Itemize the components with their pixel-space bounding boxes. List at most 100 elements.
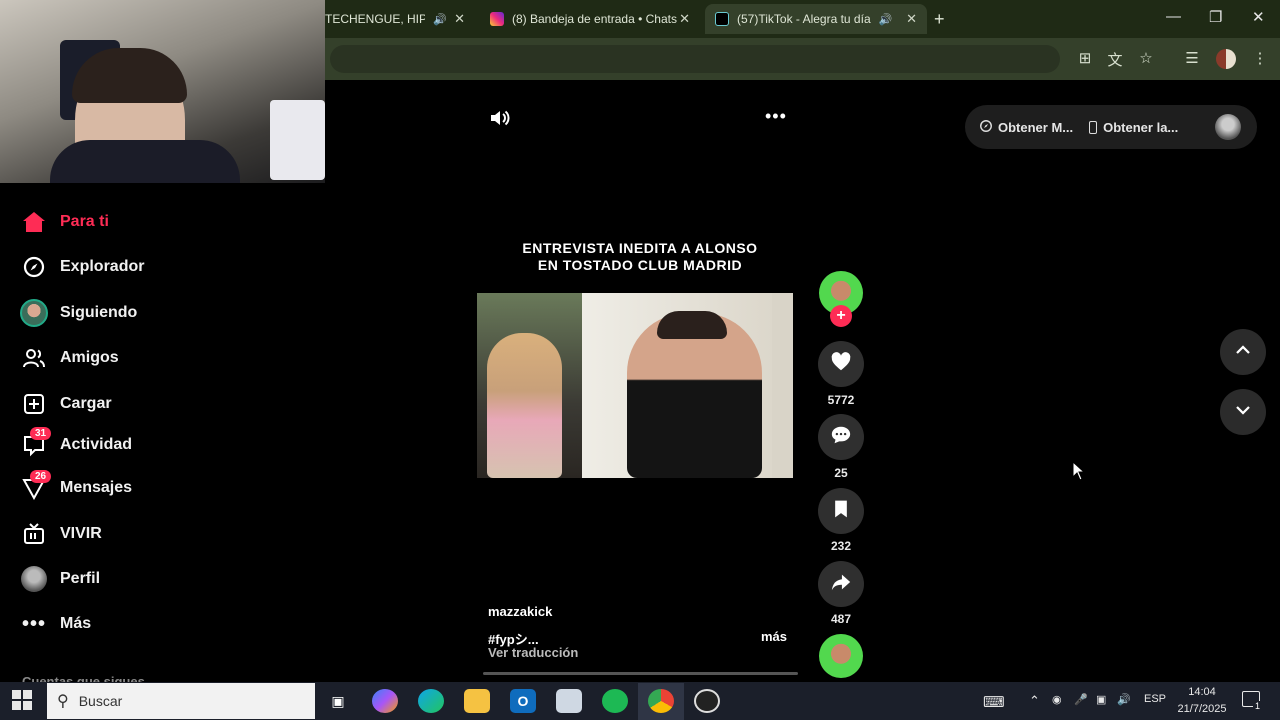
close-window-icon[interactable]: ✕ — [1252, 8, 1265, 26]
comment-icon — [830, 424, 852, 451]
comment-count: 25 — [834, 466, 848, 480]
clock-time[interactable]: 14:04 — [1176, 686, 1228, 698]
chevron-down-icon — [1234, 401, 1252, 424]
keyboard-icon[interactable]: ⌨ — [983, 693, 1005, 711]
sidebar-item-siguiendo[interactable]: Siguiendo — [20, 297, 137, 329]
tab-audio-icon[interactable]: 🔊 — [433, 13, 447, 26]
next-video-button[interactable] — [1220, 389, 1266, 435]
tab-close-icon[interactable]: ✕ — [679, 11, 690, 27]
video-author[interactable]: mazzakick — [488, 604, 552, 619]
instagram-icon — [490, 12, 504, 26]
sidebar-item-cargar[interactable]: Cargar — [20, 388, 112, 420]
caption-more-link[interactable]: más — [761, 629, 787, 644]
get-app-pill: Obtener M... Obtener la... — [965, 105, 1257, 149]
app-icon[interactable] — [556, 689, 582, 713]
new-tab-button[interactable]: + — [934, 9, 945, 30]
restore-icon[interactable]: ❐ — [1209, 8, 1222, 26]
tab-close-icon[interactable]: ✕ — [454, 11, 465, 27]
webcam-person-shirt — [50, 140, 240, 183]
sidebar-item-label: Amigos — [60, 349, 119, 366]
translate-link[interactable]: Ver traducción — [488, 645, 578, 660]
share-button[interactable] — [818, 561, 864, 607]
video-title-line2: EN TOSTADO CLUB MADRID — [537, 257, 743, 273]
friends-icon — [20, 344, 48, 372]
taskbar-search-input[interactable]: ⚲ Buscar — [47, 683, 315, 719]
address-bar[interactable] — [330, 45, 1060, 73]
live-icon — [20, 520, 48, 548]
sound-disc-avatar[interactable] — [819, 634, 863, 678]
heart-icon — [830, 351, 852, 378]
windows-start-icon[interactable] — [12, 690, 32, 715]
share-icon — [830, 571, 852, 598]
minimize-icon[interactable]: — — [1166, 8, 1181, 25]
get-desktop-label: Obtener la... — [1103, 119, 1179, 135]
tab-hiphop[interactable]: TECHENGUE, HIP HO 🔊 ✕ — [325, 4, 475, 34]
get-desktop-button[interactable]: Obtener la... — [1089, 120, 1178, 135]
video-more-options-icon[interactable]: ••• — [765, 106, 787, 127]
share-count: 487 — [830, 612, 852, 626]
tab-close-icon[interactable]: ✕ — [906, 11, 917, 27]
sidebar-item-mas[interactable]: ••• Más — [20, 608, 91, 640]
network-icon[interactable]: ▣ — [1096, 693, 1106, 706]
bookmark-icon — [831, 499, 851, 524]
get-app-label: Obtener M... — [998, 119, 1074, 135]
sidebar-item-label: Perfil — [60, 570, 101, 587]
obs-icon[interactable] — [694, 689, 720, 713]
spotify-icon[interactable] — [602, 689, 628, 713]
edge-icon[interactable] — [418, 689, 444, 713]
task-view-icon[interactable]: ▣ — [325, 689, 351, 713]
microphone-icon[interactable]: 🎤 — [1074, 693, 1088, 706]
sidebar-item-label: VIVIR — [60, 525, 102, 542]
activity-badge: 31 — [30, 427, 52, 440]
sidebar-item-label: Actividad — [60, 436, 133, 453]
follow-plus-icon[interactable]: + — [830, 305, 852, 327]
outlook-icon[interactable]: O — [510, 689, 536, 713]
sidebar-item-explorador[interactable]: Explorador — [20, 251, 144, 283]
previous-video-button[interactable] — [1220, 329, 1266, 375]
comment-button[interactable] — [818, 414, 864, 460]
translate-icon[interactable]: 文 — [1104, 49, 1126, 69]
sidebar-item-mensajes[interactable]: 26 Mensajes — [20, 470, 132, 504]
home-icon — [20, 208, 48, 236]
save-count: 232 — [830, 539, 852, 553]
mouse-cursor-icon — [1072, 460, 1086, 486]
clock-date[interactable]: 21/7/2025 — [1174, 703, 1230, 715]
like-button[interactable] — [818, 341, 864, 387]
webcam-overlay — [0, 0, 325, 183]
save-button[interactable] — [818, 488, 864, 534]
media-control-icon[interactable]: ☰ — [1181, 49, 1203, 69]
tab-title: (8) Bandeja de entrada • Chats — [512, 12, 677, 26]
speaker-icon[interactable]: 🔊 — [1117, 693, 1131, 706]
video-title-line1: ENTREVISTA INEDITA A ALONSO — [522, 240, 758, 256]
meet-icon[interactable]: ◉ — [1052, 693, 1062, 706]
browser-menu-icon[interactable]: ⋮ — [1249, 49, 1271, 69]
sidebar-item-para-ti[interactable]: Para ti — [20, 206, 109, 238]
compass-icon — [979, 119, 993, 136]
activity-icon: 31 — [20, 427, 52, 459]
volume-icon[interactable] — [488, 106, 512, 130]
messages-icon: 26 — [20, 470, 52, 502]
video-player[interactable] — [477, 293, 793, 478]
language-indicator[interactable]: ESP — [1144, 693, 1166, 705]
sidebar-item-perfil[interactable]: Perfil — [20, 563, 100, 595]
get-app-button[interactable]: Obtener M... — [979, 119, 1073, 136]
file-explorer-icon[interactable] — [464, 689, 490, 713]
sidebar-item-label: Cargar — [60, 395, 112, 412]
install-app-icon[interactable]: ⊞ — [1074, 49, 1096, 69]
show-hidden-icons-icon[interactable]: ⌃ — [1029, 693, 1040, 709]
sidebar-item-vivir[interactable]: VIVIR — [20, 518, 102, 550]
chrome-icon[interactable] — [648, 689, 674, 713]
sidebar-item-amigos[interactable]: Amigos — [20, 342, 119, 374]
user-avatar[interactable] — [1215, 114, 1241, 140]
tab-audio-icon[interactable]: 🔊 — [879, 13, 893, 26]
copilot-icon[interactable] — [372, 689, 398, 713]
upload-icon — [20, 390, 48, 418]
sidebar-item-actividad[interactable]: 31 Actividad — [20, 427, 133, 461]
sidebar-item-label: Para ti — [60, 213, 109, 230]
tab-instagram-chats[interactable]: (8) Bandeja de entrada • Chats ✕ — [480, 4, 700, 34]
tab-title: (57)TikTok - Alegra tu día — [737, 12, 871, 26]
tab-tiktok[interactable]: (57)TikTok - Alegra tu día 🔊 ✕ — [705, 4, 927, 34]
profile-avatar[interactable] — [1216, 49, 1236, 69]
bookmark-star-icon[interactable]: ☆ — [1135, 49, 1157, 69]
video-progress-bar[interactable] — [483, 672, 798, 675]
